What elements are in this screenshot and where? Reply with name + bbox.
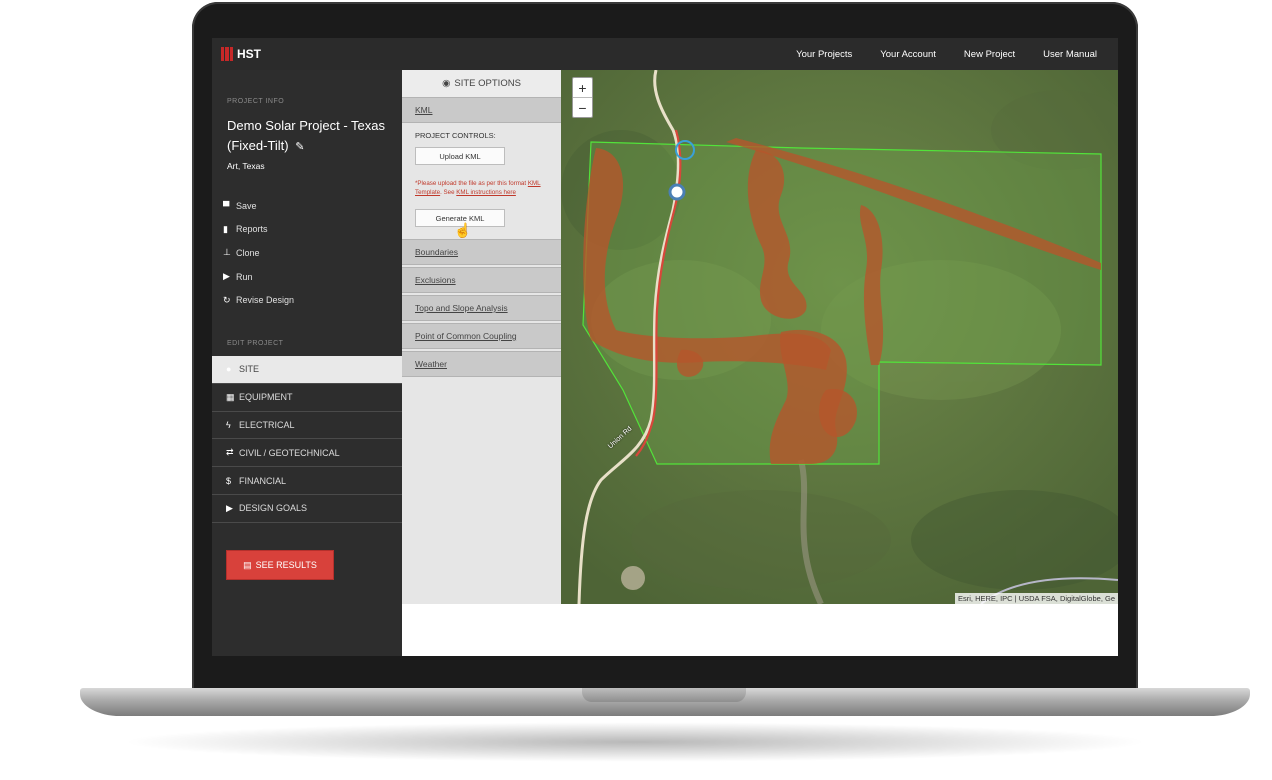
sidebar-item-label: DESIGN GOALS — [239, 503, 308, 514]
sidebar-item-design-goals[interactable]: ▶ DESIGN GOALS — [212, 495, 402, 523]
clearing — [621, 566, 645, 590]
sidebar-item-electrical[interactable]: ϟ ELECTRICAL — [212, 412, 402, 440]
zoom-out-button[interactable]: − — [573, 98, 592, 117]
sidebar-item-label: ELECTRICAL — [239, 419, 295, 430]
clone-label: Clone — [236, 247, 260, 258]
project-title: Demo Solar Project - Texas (Fixed-Tilt) … — [227, 116, 397, 157]
nav-user-manual[interactable]: User Manual — [1043, 49, 1097, 60]
panel-title: SITE OPTIONS — [454, 78, 521, 89]
run-label: Run — [236, 271, 253, 282]
laptop-notch — [582, 688, 746, 702]
app-screen: HST Your Projects Your Account New Proje… — [212, 38, 1118, 656]
laptop-shadow — [120, 722, 1150, 762]
kml-upload-note: *Please upload the file as per this form… — [415, 179, 555, 197]
dollar-icon: $ — [226, 475, 232, 486]
project-location: Art, Texas — [227, 161, 265, 171]
project-info-label: PROJECT INFO — [227, 98, 285, 105]
accordion-exclusions[interactable]: Exclusions — [402, 267, 561, 293]
see-results-button[interactable]: ▤ SEE RESULTS — [226, 550, 334, 580]
kml-section-body: PROJECT CONTROLS: Upload KML *Please upl… — [402, 123, 561, 239]
note-prefix: *Please upload the file as per this form… — [415, 180, 528, 187]
logo[interactable]: HST — [221, 47, 261, 61]
calculator-icon: ▤ — [243, 559, 252, 570]
upload-kml-button[interactable]: Upload KML — [415, 147, 505, 165]
edit-project-label: EDIT PROJECT — [227, 340, 284, 347]
clone-button[interactable]: ⊥ Clone — [223, 241, 294, 265]
stamp-icon: ⊥ — [223, 247, 231, 258]
project-title-text: Demo Solar Project - Texas (Fixed-Tilt) — [227, 118, 385, 153]
top-nav: Your Projects Your Account New Project U… — [796, 49, 1097, 60]
kml-instructions-link[interactable]: KML instructions here — [456, 189, 516, 196]
reports-button[interactable]: ▮ Reports — [223, 218, 294, 242]
project-actions: ▀ Save ▮ Reports ⊥ Clone ▶ Run ↻ Revise … — [223, 194, 294, 312]
grid-icon: ▦ — [226, 391, 235, 402]
pencil-icon[interactable]: ✎ — [295, 141, 304, 153]
floppy-icon: ▀ — [223, 200, 230, 211]
sidebar-item-label: FINANCIAL — [239, 475, 287, 486]
nav-your-projects[interactable]: Your Projects — [796, 49, 852, 60]
sidebar-item-civil-geotechnical[interactable]: ⇄ CIVIL / GEOTECHNICAL — [212, 439, 402, 468]
save-button[interactable]: ▀ Save — [223, 194, 294, 218]
sidebar: PROJECT INFO Demo Solar Project - Texas … — [212, 70, 402, 656]
reports-label: Reports — [236, 224, 268, 235]
top-navbar: HST Your Projects Your Account New Proje… — [212, 38, 1118, 70]
run-button[interactable]: ▶ Run — [223, 265, 294, 289]
sidebar-item-equipment[interactable]: ▦ EQUIPMENT — [212, 384, 402, 412]
content-blank-area — [402, 604, 1118, 656]
logo-mark-icon — [221, 47, 233, 61]
logo-text: HST — [237, 47, 261, 61]
see-results-label: SEE RESULTS — [255, 560, 317, 570]
map-canvas[interactable] — [561, 70, 1118, 604]
bolt-icon: ϟ — [226, 419, 231, 430]
globe-icon: ● — [226, 364, 232, 375]
project-controls-label: PROJECT CONTROLS: — [415, 131, 496, 140]
revise-design-button[interactable]: ↻ Revise Design — [223, 288, 294, 312]
site-options-panel: ◉ SITE OPTIONS KML PROJECT CONTROLS: Upl… — [402, 70, 561, 604]
play-icon: ▶ — [223, 271, 230, 282]
accordion-weather[interactable]: Weather — [402, 351, 561, 377]
note-mid: . See — [440, 189, 457, 196]
nav-new-project[interactable]: New Project — [964, 49, 1015, 60]
sidebar-item-site[interactable]: ● SITE — [212, 356, 402, 384]
edit-project-list: ● SITE ▦ EQUIPMENT ϟ ELECTRICAL ⇄ CIVIL … — [212, 356, 402, 523]
sidebar-item-label: SITE — [239, 364, 260, 375]
satellite-map[interactable]: + − Union Rd Esri, HERE, IPC | USDA FSA,… — [561, 70, 1118, 604]
screen-bezel — [212, 656, 1118, 670]
location-marker-icon[interactable] — [668, 183, 686, 201]
accordion-kml[interactable]: KML — [402, 97, 561, 123]
refresh-icon: ↻ — [223, 294, 231, 305]
exchange-icon: ⇄ — [226, 447, 234, 458]
accordion-topo-slope[interactable]: Topo and Slope Analysis — [402, 295, 561, 321]
revise-design-label: Revise Design — [236, 295, 295, 306]
panel-header: ◉ SITE OPTIONS — [402, 70, 561, 97]
sidebar-item-label: EQUIPMENT — [239, 392, 293, 403]
play-icon: ▶ — [226, 502, 233, 513]
hand-cursor-icon: ☝ — [454, 222, 472, 238]
sidebar-item-financial[interactable]: $ FINANCIAL — [212, 467, 402, 495]
accordion-boundaries[interactable]: Boundaries — [402, 239, 561, 265]
map-attribution: Esri, HERE, IPC | USDA FSA, DigitalGlobe… — [955, 593, 1118, 604]
save-label: Save — [236, 200, 257, 211]
accordion-pcc[interactable]: Point of Common Coupling — [402, 323, 561, 349]
document-icon: ▮ — [223, 223, 228, 234]
nav-your-account[interactable]: Your Account — [880, 49, 936, 60]
sidebar-item-label: CIVIL / GEOTECHNICAL — [239, 447, 340, 458]
globe-icon: ◉ — [442, 78, 451, 89]
zoom-in-button[interactable]: + — [573, 78, 592, 98]
zoom-control: + − — [572, 77, 593, 118]
